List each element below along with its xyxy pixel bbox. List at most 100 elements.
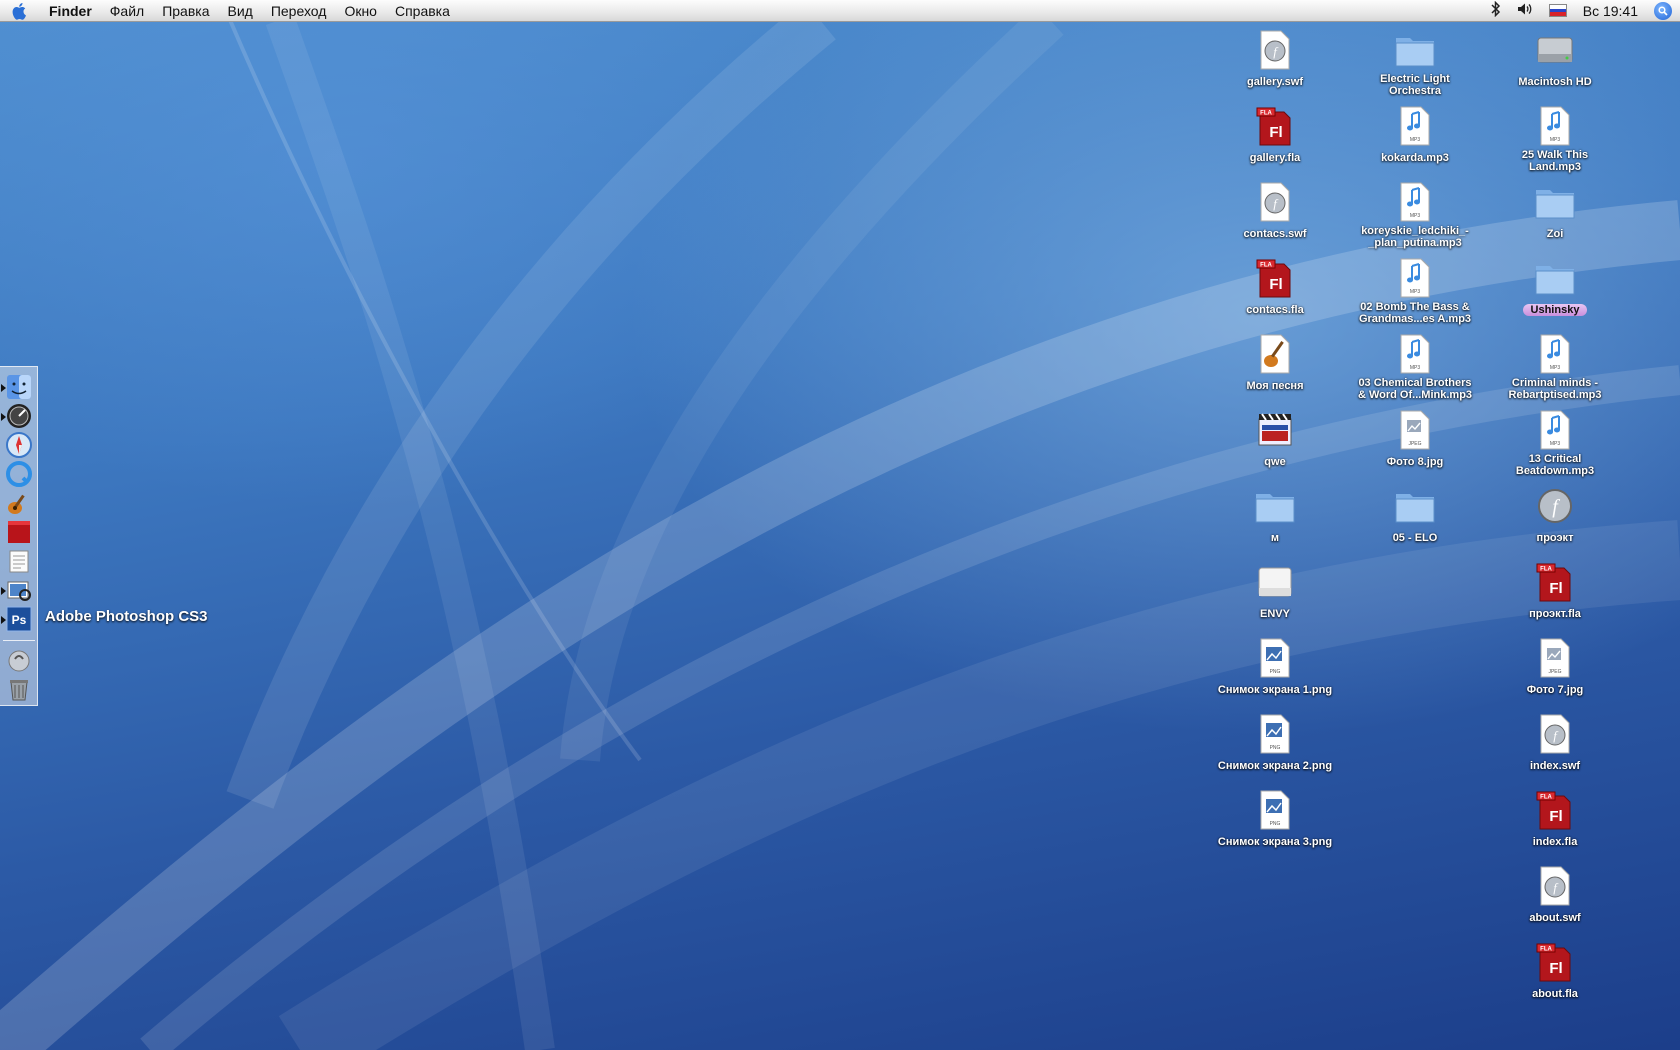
desktop-icon[interactable]: Ushinsky	[1490, 256, 1620, 318]
svg-text:Fl: Fl	[1549, 808, 1562, 825]
swf-file-icon: f	[1253, 180, 1297, 224]
mp3-file-icon: MP3	[1393, 180, 1437, 224]
desktop-icon[interactable]: PNG Снимок экрана 3.png	[1210, 788, 1340, 850]
safari-icon	[6, 432, 32, 458]
desktop-icon[interactable]: м	[1210, 484, 1340, 546]
desktop-icon[interactable]: qwe	[1210, 408, 1340, 470]
swf-file-icon: f	[1533, 712, 1577, 756]
svg-text:MP3: MP3	[1410, 137, 1421, 143]
desktop-icon[interactable]: MP3 03 Chemical Brothers & Word Of...Mink…	[1350, 332, 1480, 403]
menu-edit[interactable]: Правка	[153, 0, 218, 22]
menu-file[interactable]: Файл	[101, 0, 153, 22]
desktop-icon[interactable]: MP3 02 Bomb The Bass & Grandmas...es A.mp…	[1350, 256, 1480, 327]
bluetooth-icon[interactable]	[1491, 0, 1501, 20]
desktop-icon-label: gallery.swf	[1246, 76, 1304, 88]
menu-bar: Finder Файл Правка Вид Переход Окно Спра…	[0, 0, 1680, 22]
svg-text:FLA: FLA	[1540, 947, 1552, 953]
spotlight-search-icon[interactable]	[1654, 1, 1672, 20]
desktop-icon[interactable]: FLA Fl contacs.fla	[1210, 256, 1340, 318]
desktop-icon[interactable]: MP3 13 Critical Beatdown.mp3	[1490, 408, 1620, 479]
desktop-icon[interactable]: MP3 koreyskie_ledchiki_- _plan_putina.mp3	[1350, 180, 1480, 251]
desktop-icon[interactable]: MP3 Criminal minds - Rebartptised.mp3	[1490, 332, 1620, 403]
desktop-icon[interactable]: PNG Снимок экрана 1.png	[1210, 636, 1340, 698]
dock-item-finder[interactable]	[1, 373, 34, 401]
desktop-icon-label: ENVY	[1260, 608, 1290, 620]
desktop-icon[interactable]: MP3 25 Walk This Land.mp3	[1490, 104, 1620, 175]
svg-text:MP3: MP3	[1410, 213, 1421, 219]
menu-window[interactable]: Окно	[335, 0, 386, 22]
menu-view[interactable]: Вид	[219, 0, 262, 22]
dock-item-downloads[interactable]	[4, 647, 34, 675]
desktop-icon[interactable]: MP3 kokarda.mp3	[1350, 104, 1480, 166]
garageband-file-icon	[1253, 332, 1297, 376]
fla-file-icon: FLA Fl	[1533, 560, 1577, 604]
desktop-icon[interactable]: f index.swf	[1490, 712, 1620, 774]
menu-app-name[interactable]: Finder	[40, 0, 101, 22]
dock-item-dashboard[interactable]	[1, 402, 34, 430]
dock-item-flash[interactable]	[4, 518, 34, 546]
apple-menu-icon[interactable]	[0, 2, 40, 20]
desktop-icon[interactable]: Zoi	[1490, 180, 1620, 242]
desktop-icon[interactable]: f about.swf	[1490, 864, 1620, 926]
mp3-file-icon: MP3	[1393, 332, 1437, 376]
desktop-icon[interactable]: FLA Fl gallery.fla	[1210, 104, 1340, 166]
desktop-icon-label: kokarda.mp3	[1381, 152, 1449, 164]
desktop-icon[interactable]: JPEG Фото 8.jpg	[1350, 408, 1480, 470]
dock-item-safari[interactable]	[4, 431, 34, 459]
volume-icon[interactable]	[1517, 2, 1533, 19]
folder-icon	[1393, 484, 1437, 528]
desktop-icon[interactable]: 05 - ELO	[1350, 484, 1480, 546]
desktop-icon-label: Снимок экрана 3.png	[1217, 836, 1333, 848]
desktop-icon-label: contacs.fla	[1246, 304, 1304, 316]
dock-item-garageband[interactable]	[4, 489, 34, 517]
desktop-icon[interactable]: f contacs.swf	[1210, 180, 1340, 242]
dock-running-indicator	[1, 413, 6, 421]
desktop-icon-label: Снимок экрана 2.png	[1217, 760, 1333, 772]
desktop-icon-label: Фото 8.jpg	[1386, 456, 1444, 468]
dock-item-photoshop[interactable]: Ps	[1, 605, 34, 633]
desktop-icon[interactable]: Моя песня	[1210, 332, 1340, 394]
desktop-icon[interactable]: FLA Fl проэкт.fla	[1490, 560, 1620, 622]
dock-running-indicator	[1, 587, 6, 595]
dock-item-textedit[interactable]	[4, 547, 34, 575]
svg-text:MP3: MP3	[1550, 441, 1561, 447]
external-drive-icon	[1253, 560, 1297, 604]
input-language-flag-icon[interactable]	[1548, 4, 1567, 17]
svg-text:FLA: FLA	[1260, 111, 1272, 117]
mp3-file-icon: MP3	[1393, 104, 1437, 148]
dock-item-trash[interactable]	[4, 675, 34, 703]
menu-go[interactable]: Переход	[262, 0, 336, 22]
jpeg-file-icon: JPEG	[1393, 408, 1437, 452]
desktop-icon[interactable]: f проэкт	[1490, 484, 1620, 546]
hard-drive-icon	[1533, 28, 1577, 72]
svg-text:PNG: PNG	[1270, 821, 1281, 827]
desktop-icon[interactable]: FLA Fl about.fla	[1490, 940, 1620, 1002]
menu-clock[interactable]: Вс 19:41	[1583, 3, 1638, 19]
svg-text:PNG: PNG	[1270, 669, 1281, 675]
dashboard-icon	[7, 404, 31, 428]
desktop-icon-label: index.fla	[1532, 836, 1578, 848]
desktop-icon-label: 02 Bomb The Bass & Grandmas...es A.mp3	[1358, 301, 1472, 325]
desktop-icon[interactable]: f gallery.swf	[1210, 28, 1340, 90]
fla-file-icon: FLA Fl	[1253, 104, 1297, 148]
desktop-icon-label: contacs.swf	[1243, 228, 1307, 240]
svg-text:PNG: PNG	[1270, 745, 1281, 751]
desktop-icon[interactable]: Electric Light Orchestra	[1350, 28, 1480, 99]
desktop-icon[interactable]: ENVY	[1210, 560, 1340, 622]
desktop-icon-label: Моя песня	[1246, 380, 1304, 392]
desktop-icon-label: м	[1270, 532, 1280, 544]
desktop-icon[interactable]: FLA Fl index.fla	[1490, 788, 1620, 850]
desktop-icon[interactable]: JPEG Фото 7.jpg	[1490, 636, 1620, 698]
svg-text:JPEG: JPEG	[1408, 441, 1421, 447]
png-file-icon: PNG	[1253, 712, 1297, 756]
mp3-file-icon: MP3	[1393, 256, 1437, 300]
desktop-icon-label: koreyskie_ledchiki_- _plan_putina.mp3	[1361, 225, 1469, 249]
dock-item-quicktime[interactable]	[4, 460, 34, 488]
quicktime-icon	[6, 461, 32, 487]
desktop-icon[interactable]: Macintosh HD	[1490, 28, 1620, 90]
desktop-icon[interactable]: PNG Снимок экрана 2.png	[1210, 712, 1340, 774]
svg-text:FLA: FLA	[1260, 263, 1272, 269]
dock-item-preview[interactable]	[1, 576, 34, 604]
menu-help[interactable]: Справка	[386, 0, 459, 22]
mp3-file-icon: MP3	[1533, 104, 1577, 148]
